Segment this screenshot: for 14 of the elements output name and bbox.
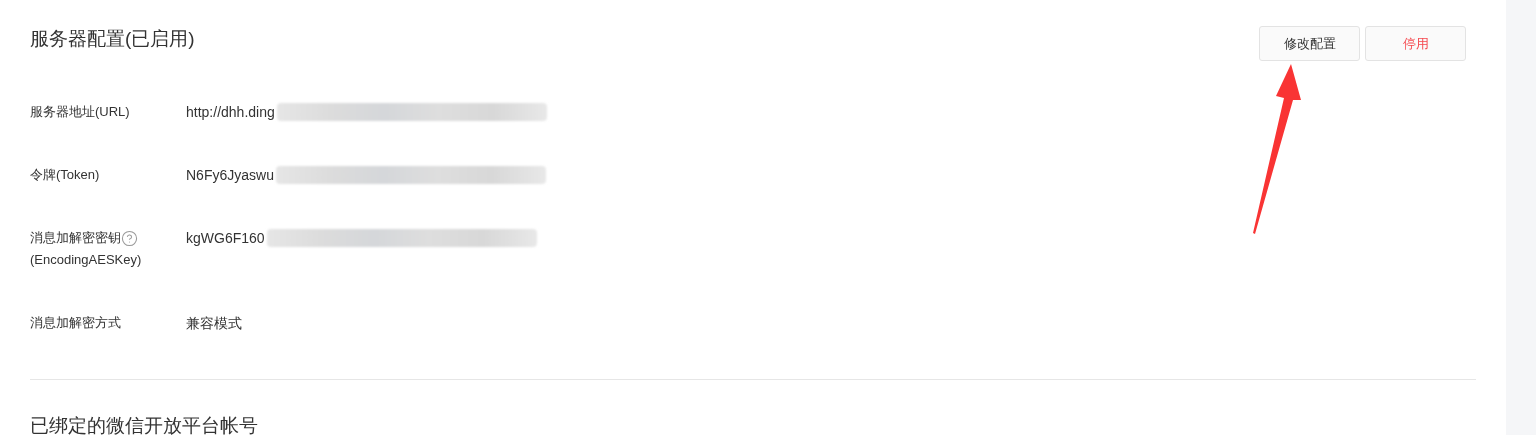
section-title: 服务器配置(已启用) [30,27,195,51]
field-label: 服务器地址(URL) [30,103,130,121]
field-sublabel: (EncodingAESKey) [30,251,143,269]
field-label: 消息加解密方式 [30,314,121,332]
field-value: N6Fy6Jyaswu [186,165,274,185]
help-icon[interactable] [121,229,138,247]
field-value: kgWG6F160 [186,228,265,248]
field-value: 兼容模式 [186,313,242,333]
disable-button[interactable]: 停用 [1365,26,1466,61]
section-title: 已绑定的微信开放平台帐号 [30,414,259,435]
edit-config-button[interactable]: 修改配置 [1259,26,1360,61]
field-label: 消息加解密密钥 [30,229,121,247]
field-value: http://dhh.ding [186,102,275,122]
field-label: 令牌(Token) [30,166,100,184]
